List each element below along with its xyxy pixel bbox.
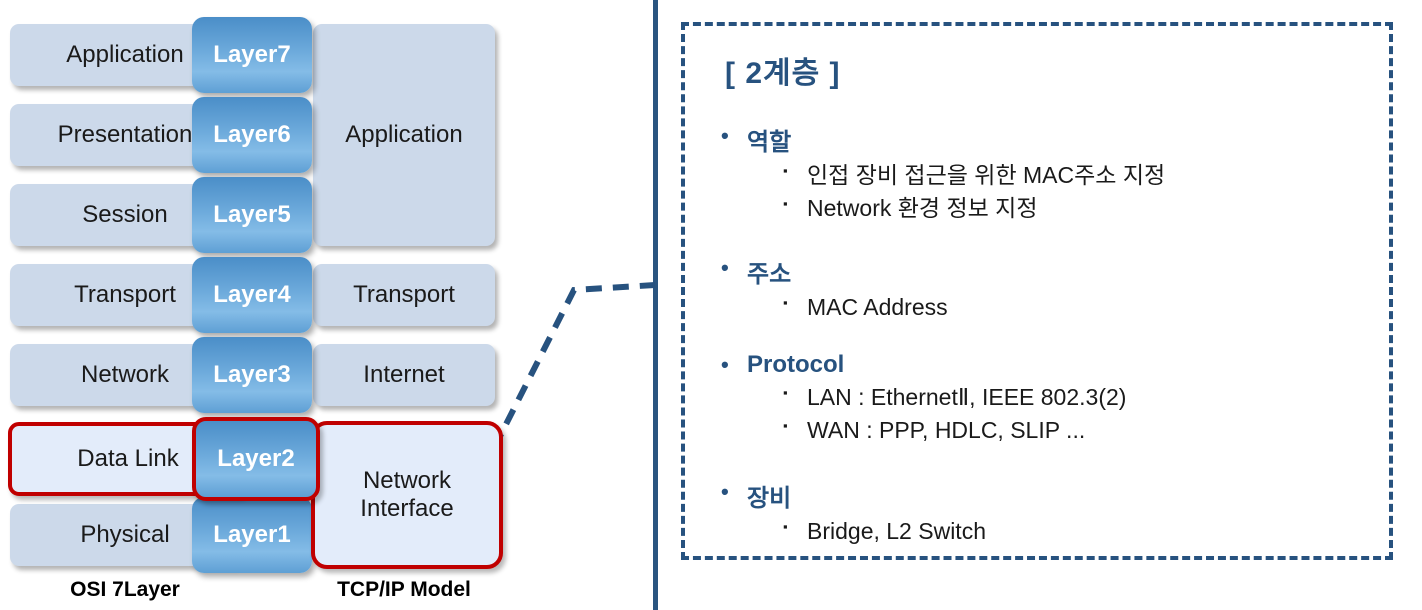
layer-chip-layer5-label: Layer5 bbox=[213, 201, 291, 228]
detail-section-address: • 주소 ▪ MAC Address bbox=[721, 254, 1361, 324]
layer-chip-layer4: Layer4 bbox=[192, 257, 312, 333]
detail-section-address-items: ▪ MAC Address bbox=[721, 291, 1361, 324]
osi-box-session-label: Session bbox=[82, 200, 168, 228]
list-item: ▪ 인접 장비 접근을 위한 MAC주소 지정 bbox=[783, 159, 1361, 192]
layer-chip-layer7: Layer7 bbox=[192, 17, 312, 93]
tcpip-box-application-label: Application bbox=[345, 120, 463, 148]
list-item: ▪ Bridge, L2 Switch bbox=[783, 515, 1361, 548]
tcpip-box-network-interface: Network Interface bbox=[311, 421, 503, 569]
detail-section-role-heading-label: 역할 bbox=[747, 129, 792, 156]
osi-column-caption: OSI 7Layer bbox=[10, 578, 240, 602]
detail-section-role: • 역할 ▪ 인접 장비 접근을 위한 MAC주소 지정 ▪ Network 환… bbox=[721, 122, 1361, 226]
detail-section-devices: • 장비 ▪ Bridge, L2 Switch bbox=[721, 478, 1361, 548]
detail-section-devices-heading: • 장비 bbox=[721, 478, 1361, 513]
bullet-dot-icon: • bbox=[721, 479, 729, 504]
list-item-text: WAN : PPP, HDLC, SLIP ... bbox=[807, 417, 1086, 444]
osi-box-physical-label: Physical bbox=[80, 520, 170, 548]
list-item-text: 인접 장비 접근을 위한 MAC주소 지정 bbox=[807, 162, 1166, 188]
list-item: ▪ MAC Address bbox=[783, 291, 1361, 324]
detail-section-protocol-heading-label: Protocol bbox=[747, 351, 845, 378]
list-item-text: MAC Address bbox=[807, 294, 948, 320]
osi-box-transport-label: Transport bbox=[74, 280, 176, 308]
tcpip-box-internet-label: Internet bbox=[363, 360, 445, 388]
list-item-text: Network 환경 정보 지정 bbox=[807, 195, 1038, 222]
bullet-square-icon: ▪ bbox=[783, 295, 788, 310]
osi-box-data-link-label: Data Link bbox=[77, 444, 179, 472]
layer2-detail-panel: [ 2계층 ] • 역할 ▪ 인접 장비 접근을 위한 MAC주소 지정 ▪ N… bbox=[681, 22, 1393, 560]
layer-chip-layer3-label: Layer3 bbox=[213, 361, 291, 388]
bullet-dot-icon: • bbox=[721, 123, 729, 148]
bullet-square-icon: ▪ bbox=[783, 418, 788, 434]
detail-section-protocol-items: ▪ LAN : EthernetⅡ, IEEE 802.3(2) ▪ WAN :… bbox=[721, 381, 1361, 448]
layer-chip-layer4-label: Layer4 bbox=[213, 281, 291, 308]
vertical-divider bbox=[653, 0, 658, 610]
detail-section-address-heading-label: 주소 bbox=[747, 261, 792, 288]
tcpip-column-caption-label: TCP/IP Model bbox=[337, 578, 471, 601]
layer-chip-layer1-label: Layer1 bbox=[213, 521, 291, 548]
layer-chip-layer6-label: Layer6 bbox=[213, 121, 291, 148]
list-item: ▪ WAN : PPP, HDLC, SLIP ... bbox=[783, 414, 1361, 447]
layer-chip-layer2: Layer2 bbox=[192, 417, 320, 501]
bullet-square-icon: ▪ bbox=[783, 385, 788, 400]
tcpip-box-internet: Internet bbox=[313, 344, 495, 406]
layer-chip-layer5: Layer5 bbox=[192, 177, 312, 253]
detail-panel-title: [ 2계층 ] bbox=[725, 57, 841, 90]
list-item: ▪ Network 환경 정보 지정 bbox=[783, 192, 1361, 225]
tcpip-column-caption: TCP/IP Model bbox=[313, 578, 495, 602]
osi-box-application-label: Application bbox=[66, 40, 184, 68]
tcpip-box-transport-label: Transport bbox=[353, 280, 455, 308]
osi-column-caption-label: OSI 7Layer bbox=[70, 578, 180, 601]
tcpip-box-application: Application bbox=[313, 24, 495, 246]
detail-section-devices-heading-label: 장비 bbox=[747, 485, 792, 512]
detail-section-protocol: • Protocol ▪ LAN : EthernetⅡ, IEEE 802.3… bbox=[721, 351, 1361, 448]
detail-section-address-heading: • 주소 bbox=[721, 254, 1361, 289]
list-item-text: Bridge, L2 Switch bbox=[807, 518, 986, 544]
layer-chip-layer2-label: Layer2 bbox=[217, 445, 295, 472]
detail-section-role-items: ▪ 인접 장비 접근을 위한 MAC주소 지정 ▪ Network 환경 정보 … bbox=[721, 159, 1361, 226]
layer-chip-layer1: Layer1 bbox=[192, 497, 312, 573]
list-item-text: LAN : EthernetⅡ, IEEE 802.3(2) bbox=[807, 384, 1127, 410]
detail-section-role-heading: • 역할 bbox=[721, 122, 1361, 157]
bullet-dot-icon: • bbox=[721, 352, 729, 377]
list-item: ▪ LAN : EthernetⅡ, IEEE 802.3(2) bbox=[783, 381, 1361, 414]
layer-chip-layer6: Layer6 bbox=[192, 97, 312, 173]
bullet-square-icon: ▪ bbox=[783, 196, 788, 212]
bullet-square-icon: ▪ bbox=[783, 519, 788, 534]
tcpip-box-network-interface-label: Network Interface bbox=[360, 466, 454, 522]
bullet-dot-icon: • bbox=[721, 255, 729, 280]
tcpip-box-transport: Transport bbox=[313, 264, 495, 326]
detail-section-devices-items: ▪ Bridge, L2 Switch bbox=[721, 515, 1361, 548]
detail-section-protocol-heading: • Protocol bbox=[721, 351, 1361, 379]
layer-chip-layer7-label: Layer7 bbox=[213, 41, 291, 68]
bullet-square-icon: ▪ bbox=[783, 163, 788, 178]
osi-box-network-label: Network bbox=[80, 360, 170, 388]
osi-tcpip-diagram: Application Transport Internet Network I… bbox=[0, 0, 660, 610]
osi-box-presentation-label: Presentation bbox=[57, 120, 193, 148]
layer-chip-layer3: Layer3 bbox=[192, 337, 312, 413]
